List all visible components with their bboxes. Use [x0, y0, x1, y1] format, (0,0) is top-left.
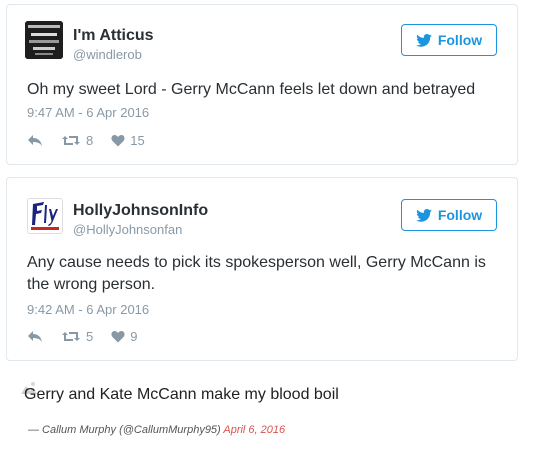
- quote-text: Gerry and Kate McCann make my blood boil: [24, 386, 339, 403]
- retweet-count: 8: [86, 133, 94, 148]
- display-name[interactable]: HollyJohnsonInfo: [73, 202, 208, 220]
- tweet-timestamp[interactable]: 9:47 AM - 6 Apr 2016: [27, 105, 149, 120]
- quote-date-link[interactable]: April 6, 2016: [223, 424, 285, 436]
- display-name[interactable]: I'm Atticus: [73, 27, 154, 45]
- reply-icon: [28, 331, 42, 342]
- quote-attribution: — Callum Murphy (@CallumMurphy95) April …: [28, 424, 285, 436]
- like-count: 9: [130, 329, 138, 344]
- reply-button[interactable]: [27, 134, 43, 147]
- quote-author[interactable]: — Callum Murphy (@CallumMurphy95): [28, 424, 221, 436]
- avatar[interactable]: [27, 198, 63, 234]
- tweet-actions: 8 15: [27, 133, 145, 148]
- heart-icon: [111, 135, 125, 147]
- follow-label: Follow: [437, 207, 483, 223]
- retweet-icon: [62, 332, 80, 341]
- retweet-button[interactable]: 5: [61, 329, 93, 344]
- like-button[interactable]: 9: [111, 329, 137, 344]
- like-count: 15: [130, 133, 145, 148]
- twitter-bird-icon: [416, 33, 432, 47]
- twitter-bird-icon: [416, 208, 432, 222]
- retweet-count: 5: [86, 329, 94, 344]
- reply-button[interactable]: [27, 330, 43, 343]
- tweet-text: Any cause needs to pick its spokesperson…: [27, 254, 486, 293]
- user-handle[interactable]: @windlerob: [73, 47, 142, 62]
- follow-button[interactable]: Follow: [401, 24, 497, 56]
- follow-label: Follow: [437, 32, 483, 48]
- tweet-card: I'm Atticus @windlerob Follow Oh my swee…: [6, 4, 518, 165]
- tweet-card: HollyJohnsonInfo @HollyJohnsonfan Follow…: [6, 177, 518, 361]
- like-button[interactable]: 15: [111, 133, 145, 148]
- avatar[interactable]: [25, 21, 63, 59]
- tweet-actions: 5 9: [27, 329, 137, 344]
- heart-icon: [111, 331, 125, 343]
- user-handle[interactable]: @HollyJohnsonfan: [73, 222, 182, 237]
- tweet-text: Oh my sweet Lord - Gerry McCann feels le…: [27, 81, 476, 98]
- tweet-timestamp[interactable]: 9:42 AM - 6 Apr 2016: [27, 302, 149, 317]
- retweet-icon: [62, 136, 80, 145]
- reply-icon: [28, 135, 42, 146]
- follow-button[interactable]: Follow: [401, 199, 497, 231]
- retweet-button[interactable]: 8: [61, 133, 93, 148]
